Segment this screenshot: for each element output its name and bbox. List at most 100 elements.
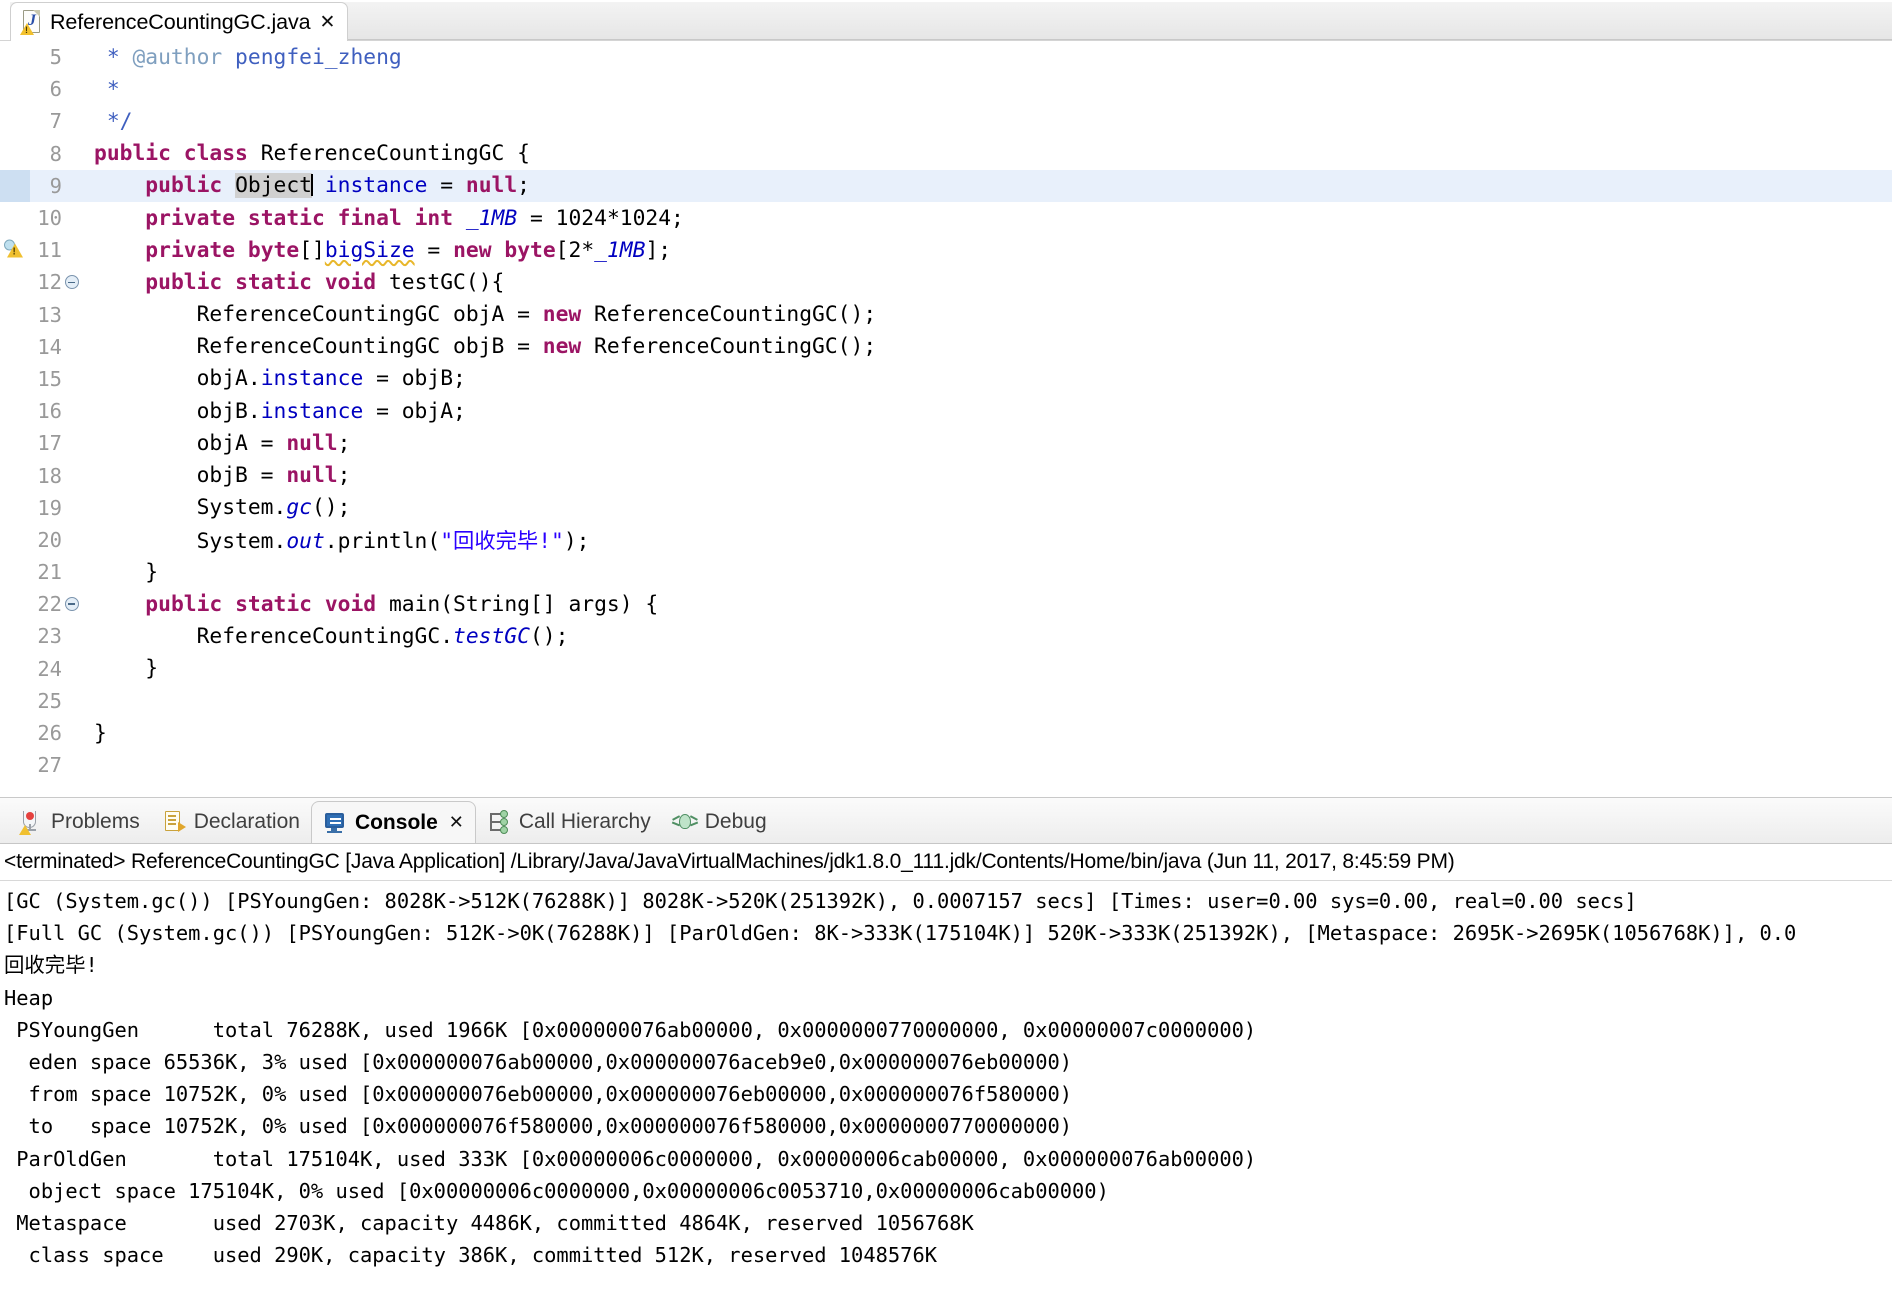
code-line-18[interactable]: 18 objB = null;	[0, 459, 1892, 491]
code-line-14[interactable]: 14 ReferenceCountingGC objB = new Refere…	[0, 331, 1892, 363]
line-marker-cell-5[interactable]	[0, 41, 30, 73]
collapse-fold-icon[interactable]	[65, 275, 79, 290]
code-text: public static void testGC(){	[145, 269, 505, 295]
console-output-line: PSYoungGen total 76288K, used 1966K [0x0…	[4, 1017, 1257, 1042]
code-line-12[interactable]: 12 public static void testGC(){	[0, 266, 1892, 298]
editor-tab-label: ReferenceCountingGC.java	[50, 9, 311, 34]
line-marker-cell-27[interactable]	[0, 749, 30, 781]
view-tab-debug[interactable]: Debug	[662, 801, 778, 843]
close-icon[interactable]: ✕	[320, 12, 336, 32]
code-line-11[interactable]: 11 private byte[]bigSize = new byte[2*_1…	[0, 234, 1892, 266]
problems-icon	[19, 810, 43, 835]
view-tab-call-hierarchy[interactable]: Call Hierarchy	[476, 801, 662, 843]
code-line-8[interactable]: 8 public class ReferenceCountingGC {	[0, 138, 1892, 170]
code-line-23[interactable]: 23 ReferenceCountingGC.testGC();	[0, 620, 1892, 652]
code-line-19[interactable]: 19 System.gc();	[0, 492, 1892, 524]
code-line-25[interactable]: 25	[0, 685, 1892, 717]
editor-tab-referencecountinggc[interactable]: J ReferenceCountingGC.java ✕	[10, 2, 349, 41]
line-marker-cell-12[interactable]	[0, 266, 30, 298]
code-line-26[interactable]: 26}	[0, 717, 1892, 749]
console-output-line: 回收完毕!	[4, 953, 98, 978]
code-line-5[interactable]: 5 * @author pengfei_zheng	[0, 41, 1892, 73]
code-line-15[interactable]: 15 objA.instance = objB;	[0, 363, 1892, 395]
code-text: public static void main(String[] args) {	[145, 591, 659, 617]
line-marker-cell-13[interactable]	[0, 299, 30, 331]
view-tab-label: Debug	[704, 810, 767, 833]
view-tab-label: Console	[354, 810, 438, 834]
line-marker-cell-18[interactable]	[0, 459, 30, 491]
line-marker-cell-20[interactable]	[0, 524, 30, 556]
line-number: 14	[37, 334, 62, 359]
debug-bug-icon	[671, 810, 698, 834]
close-icon[interactable]: ✕	[449, 812, 464, 833]
line-marker-cell-11[interactable]	[0, 234, 30, 266]
console-output[interactable]: [GC (System.gc()) [PSYoungGen: 8028K->51…	[0, 881, 1892, 1271]
code-line-22[interactable]: 22 public static void main(String[] args…	[0, 588, 1892, 620]
line-marker-cell-17[interactable]	[0, 427, 30, 459]
code-text: public class ReferenceCountingGC {	[94, 141, 530, 167]
view-tab-label: Problems	[51, 810, 140, 833]
code-line-27[interactable]: 27	[0, 749, 1892, 781]
line-number: 12	[37, 270, 62, 295]
code-line-7[interactable]: 7 */	[0, 105, 1892, 137]
console-output-line: [Full GC (System.gc()) [PSYoungGen: 512K…	[4, 921, 1797, 946]
console-icon	[323, 811, 347, 835]
view-tab-console[interactable]: Console ✕	[310, 801, 476, 843]
code-text: public Object instance = null;	[145, 173, 530, 199]
console-output-line: class space used 290K, capacity 386K, co…	[4, 1243, 937, 1268]
line-number: 20	[37, 527, 62, 552]
code-line-9[interactable]: 9 public Object instance = null;	[0, 169, 1892, 202]
line-marker-cell-10[interactable]	[0, 202, 30, 234]
code-text: *	[94, 76, 120, 102]
line-marker-cell-16[interactable]	[0, 395, 30, 427]
code-text: System.gc();	[94, 495, 351, 521]
view-tab-problems[interactable]: Problems	[8, 801, 151, 843]
line-number: 9	[49, 173, 62, 198]
line-marker-cell-15[interactable]	[0, 363, 30, 395]
line-number: 18	[37, 463, 62, 488]
line-number: 15	[37, 366, 62, 391]
line-number: 26	[37, 721, 62, 746]
code-line-17[interactable]: 17 objA = null;	[0, 427, 1892, 459]
code-text: objA = null;	[94, 430, 351, 456]
line-marker-cell-24[interactable]	[0, 653, 30, 685]
view-tab-label: Declaration	[193, 810, 300, 833]
code-line-16[interactable]: 16 objB.instance = objA;	[0, 395, 1892, 427]
line-number: 19	[37, 495, 62, 520]
view-tab-declaration[interactable]: Declaration	[151, 801, 311, 843]
code-editor[interactable]: 5 * @author pengfei_zheng 6 * 7 */8 public …	[0, 41, 1892, 798]
console-output-line: to space 10752K, 0% used [0x000000076f58…	[4, 1114, 1073, 1139]
collapse-fold-icon[interactable]	[65, 597, 79, 612]
editor-tabstrip-left-pad	[0, 2, 10, 40]
line-marker-cell-19[interactable]	[0, 492, 30, 524]
console-output-line: Heap	[4, 985, 54, 1010]
line-marker-cell-8[interactable]	[0, 138, 30, 170]
code-text: }	[94, 656, 159, 682]
code-line-10[interactable]: 10 private static final int _1MB = 1024*…	[0, 202, 1892, 234]
line-marker-cell-22[interactable]	[0, 588, 30, 620]
code-line-13[interactable]: 13 ReferenceCountingGC objA = new Refere…	[0, 299, 1892, 331]
code-line-24[interactable]: 24 }	[0, 653, 1892, 685]
line-marker-cell-14[interactable]	[0, 331, 30, 363]
console-launch-header: <terminated> ReferenceCountingGC [Java A…	[0, 844, 1892, 881]
line-marker-cell-7[interactable]	[0, 105, 30, 137]
line-marker-cell-21[interactable]	[0, 556, 30, 588]
line-marker-cell-25[interactable]	[0, 685, 30, 717]
line-marker-cell-9[interactable]	[0, 169, 30, 202]
line-marker-cell-6[interactable]	[0, 73, 30, 105]
console-view[interactable]: <terminated> ReferenceCountingGC [Java A…	[0, 844, 1892, 1315]
code-text: objB.instance = objA;	[94, 398, 466, 424]
view-tab-bar: Problems Declaration Console ✕ Call Hierarch…	[0, 798, 1892, 844]
warning-marker-icon[interactable]	[4, 239, 25, 261]
line-number: 16	[37, 399, 62, 424]
code-text: ReferenceCountingGC objA = new Reference…	[94, 302, 877, 328]
line-number: 7	[49, 109, 62, 134]
line-number: 22	[37, 592, 62, 617]
code-text: */	[94, 108, 133, 134]
code-line-20[interactable]: 20 System.out.println("回收完毕!");	[0, 524, 1892, 556]
line-marker-cell-23[interactable]	[0, 620, 30, 652]
code-text: ReferenceCountingGC.testGC();	[94, 623, 569, 649]
code-line-21[interactable]: 21 }	[0, 556, 1892, 588]
code-line-6[interactable]: 6 *	[0, 73, 1892, 105]
line-marker-cell-26[interactable]	[0, 717, 30, 749]
